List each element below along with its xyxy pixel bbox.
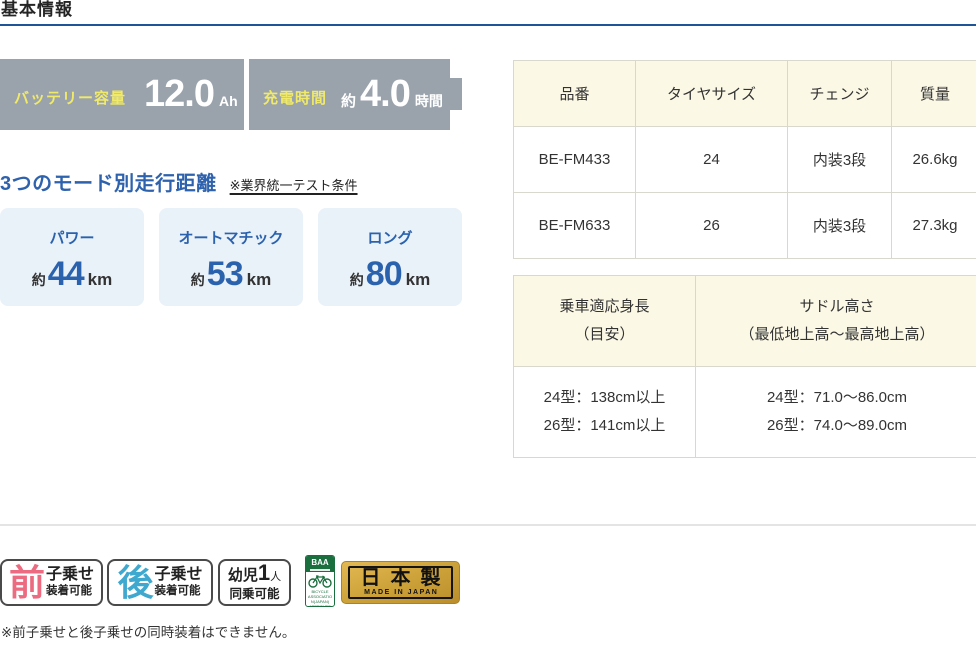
cell-line: 26型：141cm以上 [543,417,666,434]
col-header-model: 品番 [513,60,636,127]
mode-value: 約44 km [0,255,144,300]
battery-capacity-segment: バッテリー容量 12.0 Ah [0,59,244,130]
test-conditions-link[interactable]: ※業界統一テスト条件 [230,175,358,194]
badge-subtitle: 装着可能 [46,584,92,597]
charge-time-label: 充電時間 [263,90,328,107]
made-in-japan-badge: 日本製 MADE IN JAPAN [341,561,460,604]
rear-kanji: 後 [117,561,153,603]
child-count: 1 [257,560,271,585]
badge-subtitle: 同乗可能 [229,587,280,601]
cell-saddle-height: 24型：71.0～86.0cm 26型：74.0～89.0cm [695,366,976,458]
front-child-seat-badge: 前 子乗せ 装着可能 [0,559,103,606]
mode-approx: 約 [190,272,205,288]
cell-weight: 26.6kg [891,126,976,193]
cell-model: BE-FM433 [513,126,636,193]
mode-unit: km [405,270,431,289]
mode-card-long: ロング 約80 km [318,208,462,306]
bar-step-decoration [450,78,462,110]
header-line: サドル高さ [799,298,875,315]
cell-rider-height: 24型：138cm以上 26型：141cm以上 [513,366,696,458]
cell-line: 26型：74.0～89.0cm [766,417,908,434]
rider-size-table: 乗車適応身長 （目安） サドル高さ （最低地上高～最高地上高） 24型：138c… [513,275,976,458]
baa-subtitle: BICYCLE ASSOCIATION(JAPAN) APPROVED [307,589,333,607]
col-header-tire-size: タイヤサイズ [635,60,788,127]
mode-distance: 80 [365,255,403,293]
table-row: 24型：138cm以上 26型：141cm以上 24型：71.0～86.0cm … [513,366,976,458]
mode-label: パワー [49,230,95,247]
mode-approx: 約 [349,272,364,288]
col-header-weight: 質量 [891,60,976,127]
baa-certification-badge: BAA BICYCLE ASSOCIATION(JAPAN) APPROVED [305,555,335,607]
cell-model: BE-FM633 [513,192,636,259]
col-header-gears: チェンジ [787,60,892,127]
made-in-japan-subtitle: MADE IN JAPAN [364,589,439,596]
made-in-japan-inner-frame: 日本製 MADE IN JAPAN [348,566,453,599]
badge-title: 子乗せ [46,566,95,584]
model-spec-table: 品番 タイヤサイズ チェンジ 質量 BE-FM433 24 内装3段 26.6k… [513,60,976,259]
child-word: 幼児 [227,567,258,584]
mode-distance: 53 [206,255,244,293]
mode-cards: パワー 約44 km オートマチック 約53 km ロング 約80 km [0,208,462,306]
spec-tables-area: 品番 タイヤサイズ チェンジ 質量 BE-FM433 24 内装3段 26.6k… [513,0,976,524]
child-passenger-badge: 幼児1人 同乗可能 [218,559,291,606]
section-divider [0,524,976,526]
table-header-row: 品番 タイヤサイズ チェンジ 質量 [513,60,976,127]
page-title: 基本情報 [1,0,73,19]
cell-weight: 27.3kg [891,192,976,259]
mode-label: オートマチック [178,230,284,247]
col-header-saddle-height: サドル高さ （最低地上高～最高地上高） [695,275,976,367]
baa-label: BAA [311,558,329,567]
cell-line: 24型：138cm以上 [543,389,666,406]
mode-value: 約53 km [159,255,303,300]
baa-title: BAA [306,556,334,572]
baa-tiny-text-decoration [310,569,330,571]
modes-heading-row: 3つのモード別走行距離 ※業界統一テスト条件 [0,167,358,196]
cell-line: 24型：71.0～86.0cm [766,389,908,406]
charge-time-segment: 充電時間 約 4.0 時間 [249,59,462,130]
mode-approx: 約 [31,272,46,288]
mode-card-power: パワー 約44 km [0,208,144,306]
bicycle-icon [308,574,332,588]
cell-gears: 内装3段 [787,126,892,193]
header-line: （目安） [574,326,635,343]
table-row: BE-FM433 24 内装3段 26.6kg [513,126,976,193]
mode-distance: 44 [47,255,85,293]
table-row: BE-FM633 26 内装3段 27.3kg [513,192,976,259]
mode-card-automatic: オートマチック 約53 km [159,208,303,306]
child-counter: 人 [270,571,282,583]
header-line: 乗車適応身長 [559,298,650,315]
basic-info-section: 基本情報 バッテリー容量 12.0 Ah 充電時間 約 4.0 時間 3つのモー… [0,0,976,668]
cell-tire-size: 24 [635,126,788,193]
mode-value: 約80 km [318,255,462,300]
mode-unit: km [87,270,113,289]
col-header-rider-height: 乗車適応身長 （目安） [513,275,696,367]
modes-heading: 3つのモード別走行距離 [0,173,217,195]
battery-capacity-value: 12.0 [144,73,215,115]
badge-title: 子乗せ [154,566,203,584]
battery-capacity-unit: Ah [218,93,238,109]
cell-gears: 内装3段 [787,192,892,259]
mode-label: ロング [367,230,413,247]
table-header-row: 乗車適応身長 （目安） サドル高さ （最低地上高～最高地上高） [513,275,976,367]
badge-subtitle: 装着可能 [154,584,201,597]
charge-time-approx: 約 [341,93,357,110]
header-line: （最低地上高～最高地上高） [739,326,935,343]
made-in-japan-title: 日本製 [360,567,451,589]
battery-charge-bar: バッテリー容量 12.0 Ah 充電時間 約 4.0 時間 [0,59,462,130]
feature-badges-row: 前 子乗せ 装着可能 後 子乗せ 装着可能 幼児1人 同乗可能 BAA BICY… [0,555,460,607]
cell-tire-size: 26 [635,192,788,259]
badge-title: 幼児1人 [227,560,282,587]
front-kanji: 前 [8,561,45,603]
mode-unit: km [246,270,272,289]
footer-note: ※前子乗せと後子乗せの同時装着はできません。 [1,625,296,640]
rear-child-seat-badge: 後 子乗せ 装着可能 [107,559,213,606]
charge-time-unit: 時間 [414,93,443,109]
battery-capacity-label: バッテリー容量 [14,90,127,107]
charge-time-value: 4.0 [360,73,411,115]
